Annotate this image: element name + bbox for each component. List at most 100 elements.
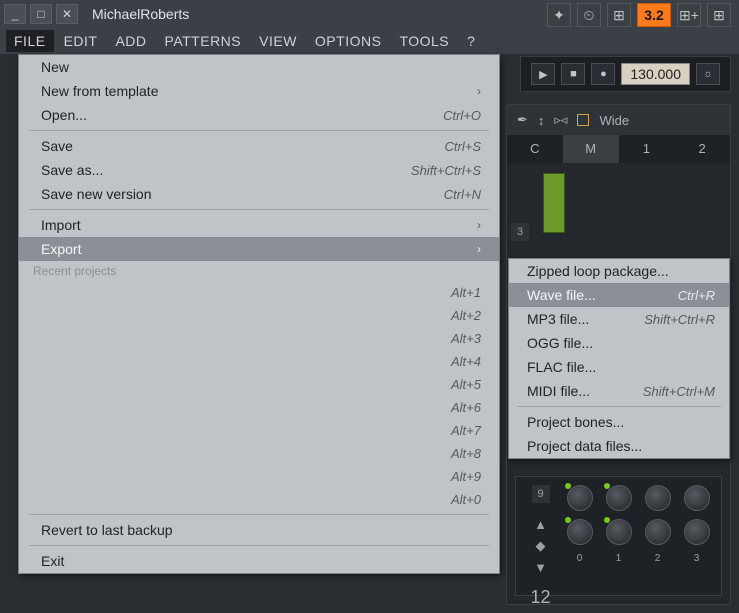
track-num: 12 [530,583,550,608]
maximize-button[interactable]: □ [30,4,52,24]
menu-item-revert[interactable]: Revert to last backup [19,518,499,542]
menu-help[interactable]: ? [459,30,483,52]
menu-patterns[interactable]: PATTERNS [157,30,250,52]
knob[interactable] [567,519,593,545]
minimize-button[interactable]: _ [4,4,26,24]
recent-projects-label: Recent projects [19,261,499,281]
clock-icon[interactable]: ⏲ [577,3,601,27]
layout-1-icon[interactable]: ⊞ [607,3,631,27]
menu-item-recent[interactable]: Alt+6 [19,396,499,419]
col-m[interactable]: M [563,135,619,163]
tempo-display[interactable]: 130.000 [621,63,690,85]
wide-label: Wide [599,113,629,128]
menu-item-recent[interactable]: Alt+5 [19,373,499,396]
menu-item-recent[interactable]: Alt+3 [19,327,499,350]
col-1[interactable]: 1 [619,135,675,163]
record-button[interactable]: ● [591,63,615,85]
menu-item-recent[interactable]: Alt+7 [19,419,499,442]
knob[interactable] [606,485,632,511]
menu-tools[interactable]: TOOLS [391,30,457,52]
master-fader[interactable] [543,173,565,233]
menu-item-recent[interactable]: Alt+9 [19,465,499,488]
scroll-arrows[interactable]: ▲◆▼ [534,511,547,575]
file-menu-dropdown: New New from template› Open...Ctrl+O Sav… [18,54,500,574]
wide-square-icon[interactable] [577,114,589,126]
menu-view[interactable]: VIEW [251,30,305,52]
shortcut: Alt+3 [451,331,481,346]
knob-label: 0 [577,553,583,564]
skip-icon[interactable]: ▹◃ [554,112,567,128]
stop-button[interactable]: ■ [561,63,585,85]
track-num: 9 [532,485,550,503]
menu-add[interactable]: ADD [107,30,154,52]
menu-item-exit[interactable]: Exit [19,549,499,573]
menu-item-open[interactable]: Open...Ctrl+O [19,103,499,127]
close-button[interactable]: ✕ [56,4,78,24]
mixer-header: ✒ ↕ ▹◃ Wide [507,105,730,135]
shortcut: Ctrl+S [445,139,481,154]
separator [29,545,489,546]
export-mp3[interactable]: MP3 file...Shift+Ctrl+R [509,307,729,331]
arrow-icon[interactable]: ↕ [538,113,545,128]
menu-item-recent[interactable]: Alt+1 [19,281,499,304]
menu-item-import[interactable]: Import› [19,213,499,237]
chevron-right-icon: › [477,218,481,232]
menu-item-recent[interactable]: Alt+4 [19,350,499,373]
shortcut: Shift+Ctrl+R [644,312,715,327]
chevron-right-icon: › [477,242,481,256]
menu-item-recent[interactable]: Alt+2 [19,304,499,327]
knob-label: 3 [694,553,700,564]
menu-item-new-template[interactable]: New from template› [19,79,499,103]
knob[interactable] [684,485,710,511]
metronome-icon[interactable]: ✦ [547,3,571,27]
menu-item-recent[interactable]: Alt+8 [19,442,499,465]
shortcut: Alt+2 [451,308,481,323]
menu-item-save-new-version[interactable]: Save new versionCtrl+N [19,182,499,206]
menu-item-save-as[interactable]: Save as...Shift+Ctrl+S [19,158,499,182]
export-zipped[interactable]: Zipped loop package... [509,259,729,283]
menu-file[interactable]: FILE [6,30,54,52]
knob[interactable] [645,519,671,545]
knob[interactable] [684,519,710,545]
export-project-data[interactable]: Project data files... [509,434,729,458]
knob[interactable] [567,485,593,511]
toolbar-right: ✦ ⏲ ⊞ 3.2 ⊞+ ⊞ [547,3,731,27]
menu-edit[interactable]: EDIT [56,30,106,52]
chevron-right-icon: › [477,84,481,98]
export-flac[interactable]: FLAC file... [509,355,729,379]
export-submenu: Zipped loop package... Wave file...Ctrl+… [508,258,730,459]
shortcut: Ctrl+R [678,288,715,303]
separator [29,514,489,515]
menubar: FILE EDIT ADD PATTERNS VIEW OPTIONS TOOL… [0,28,739,54]
menu-item-save[interactable]: SaveCtrl+S [19,134,499,158]
counter-display[interactable]: 3.2 [637,3,671,27]
separator [29,209,489,210]
project-title: MichaelRoberts [92,6,189,22]
layout-2-icon[interactable]: ⊞+ [677,3,701,27]
menu-item-new[interactable]: New [19,55,499,79]
export-midi[interactable]: MIDI file...Shift+Ctrl+M [509,379,729,403]
col-2[interactable]: 2 [674,135,730,163]
export-wave[interactable]: Wave file...Ctrl+R [509,283,729,307]
shortcut: Alt+5 [451,377,481,392]
knob[interactable] [645,485,671,511]
menu-item-recent[interactable]: Alt+0 [19,488,499,511]
shortcut: Shift+Ctrl+M [643,384,715,399]
col-c[interactable]: C [507,135,563,163]
transport-extra-icon[interactable]: ☼ [696,63,720,85]
shortcut: Alt+1 [451,285,481,300]
shortcut: Shift+Ctrl+S [411,163,481,178]
shortcut: Ctrl+N [444,187,481,202]
knob[interactable] [606,519,632,545]
brush-icon[interactable]: ✒ [517,112,528,128]
play-button[interactable]: ▶ [531,63,555,85]
shortcut: Alt+8 [451,446,481,461]
menu-item-export[interactable]: Export› [19,237,499,261]
layout-3-icon[interactable]: ⊞ [707,3,731,27]
separator [29,130,489,131]
export-ogg[interactable]: OGG file... [509,331,729,355]
shortcut: Alt+4 [451,354,481,369]
transport: ▶ ■ ● 130.000 ☼ [520,56,731,92]
export-project-bones[interactable]: Project bones... [509,410,729,434]
menu-options[interactable]: OPTIONS [307,30,390,52]
